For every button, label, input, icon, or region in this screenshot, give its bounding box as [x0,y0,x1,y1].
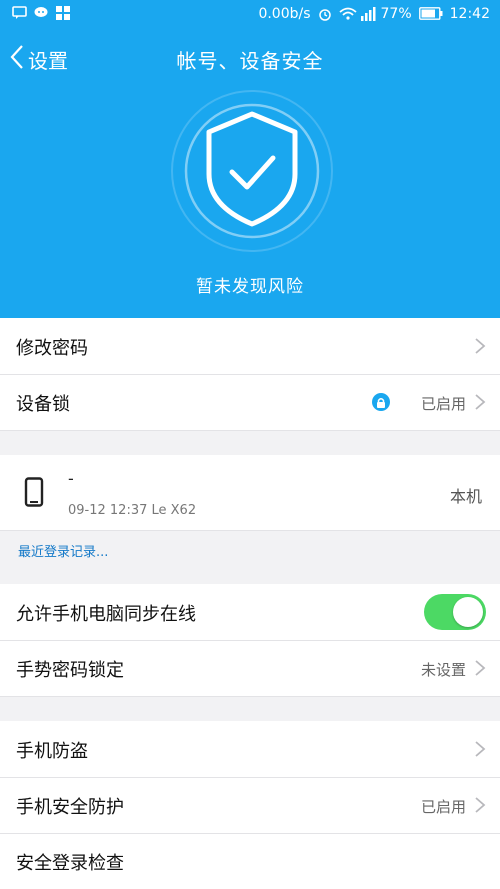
header-hero: 0.00b/s 77% 12:42 帐号、设备安全 设置 暂未发现风险 [0,0,500,318]
signal-icon [360,7,376,21]
clock: 12:42 [449,6,490,22]
back-label: 设置 [28,49,68,73]
app-grid-icon [56,6,70,20]
chevron-left-icon [10,44,24,75]
page-title: 帐号、设备安全 [176,49,324,73]
gesture-lock-label: 手势密码锁定 [16,660,124,681]
gesture-lock-status: 未设置 [420,661,466,679]
alarm-icon [318,7,332,21]
phone-icon [24,477,44,511]
gesture-lock-row[interactable]: 手势密码锁定 未设置 [0,641,500,697]
chevron-right-icon [474,337,486,355]
anti-theft-row[interactable]: 手机防盗 [0,721,500,778]
allow-sync-toggle[interactable] [424,594,486,630]
phone-security-row[interactable]: 手机安全防护 已启用 [0,778,500,834]
nav-bar: 帐号、设备安全 设置 [0,40,500,80]
lock-icon [372,393,390,411]
chevron-right-icon [474,740,486,758]
allow-sync-label: 允许手机电脑同步在线 [16,604,196,625]
shield-icon [169,88,335,254]
chevron-right-icon [474,796,486,814]
risk-status: 暂未发现风险 [196,277,304,297]
battery-icon [418,7,443,21]
toggle-knob [453,597,483,627]
change-password-row[interactable]: 修改密码 [0,318,500,375]
allow-sync-row: 允许手机电脑同步在线 [0,584,500,641]
current-device-row[interactable]: - 09-12 12:37 Le X62 本机 [0,455,500,531]
change-password-label: 修改密码 [16,338,88,359]
device-lock-label: 设备锁 [16,394,70,415]
last-login-time: 09-12 12:37 Le X62 [68,503,197,518]
network-speed: 0.00b/s [258,6,311,22]
recent-login-link[interactable]: 最近登录记录... [18,541,108,560]
login-check-label: 安全登录检查 [16,853,124,874]
back-button[interactable]: 设置 [10,44,68,75]
device-name: - [68,469,74,488]
anti-theft-label: 手机防盗 [16,741,88,762]
this-device-tag: 本机 [449,487,482,506]
device-lock-status: 已启用 [420,395,466,413]
status-bar: 0.00b/s 77% 12:42 [0,0,500,32]
wifi-icon [338,7,357,21]
phone-security-label: 手机安全防护 [16,797,124,818]
wechat-icon [34,6,48,20]
chevron-right-icon [474,393,486,411]
device-lock-row[interactable]: 设备锁 已启用 [0,375,500,431]
phone-security-status: 已启用 [420,798,466,816]
message-icon [12,6,27,20]
battery-percent: 77% [380,6,412,22]
login-check-row[interactable]: 安全登录检查 [0,834,500,889]
chevron-right-icon [474,659,486,677]
